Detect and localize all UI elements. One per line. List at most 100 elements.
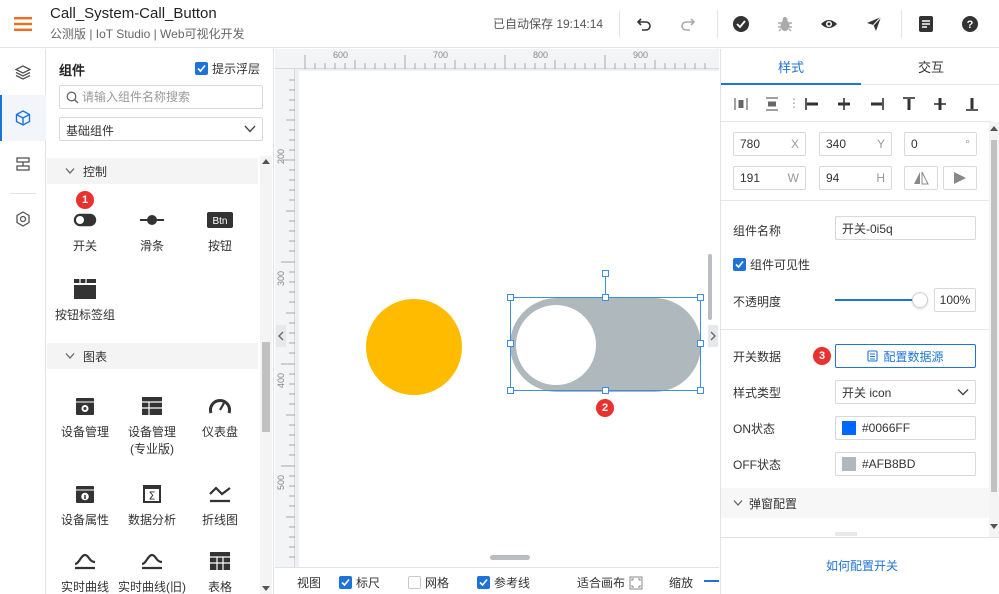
checkbox-checked-icon <box>195 62 208 75</box>
component-device-attr[interactable]: 设备属性 <box>50 480 120 542</box>
scroll-down-icon[interactable] <box>990 524 998 530</box>
how-to-configure-switch-link[interactable]: 如何配置开关 <box>826 557 898 574</box>
visibility-checkbox[interactable]: 组件可见性 <box>733 256 810 273</box>
on-color-input[interactable]: #0066FF <box>835 416 976 440</box>
category-select[interactable]: 基础组件 <box>59 117 263 141</box>
annotation-badge: 3 <box>813 347 831 365</box>
resize-handle[interactable] <box>507 340 514 347</box>
component-realtime-curve[interactable]: 实时曲线 <box>50 547 120 594</box>
zoom-slider[interactable] <box>704 580 719 582</box>
distribute-vertical-icon[interactable] <box>765 97 779 111</box>
distribute-horizontal-icon[interactable] <box>734 97 748 111</box>
status-indicator-circle[interactable] <box>366 299 462 395</box>
group-header-control[interactable]: 控制 <box>47 158 258 184</box>
help-icon[interactable]: ? <box>958 12 982 36</box>
off-color-input[interactable]: #AFB8BD <box>835 452 976 476</box>
resize-handle[interactable] <box>602 294 609 301</box>
x-input[interactable]: 780 X <box>733 132 806 156</box>
component-gauge[interactable]: 仪表盘 <box>185 392 255 454</box>
fit-canvas-button[interactable]: 适合画布 <box>577 574 643 591</box>
align-center-v-icon[interactable] <box>933 97 947 111</box>
preview-icon[interactable] <box>817 12 841 36</box>
align-right-icon[interactable] <box>870 97 884 111</box>
style-type-select[interactable]: 开关 icon <box>835 380 976 404</box>
collapse-right-arrow[interactable] <box>708 325 718 347</box>
align-left-icon[interactable] <box>805 97 819 111</box>
canvas-vscroll-thumb[interactable] <box>708 254 712 320</box>
guides-toggle[interactable]: 参考线 <box>477 574 530 591</box>
document-icon[interactable] <box>914 12 938 36</box>
component-line-chart[interactable]: 折线图 <box>185 480 255 542</box>
project-title: Call_System-Call_Button <box>50 5 217 22</box>
component-table[interactable]: 表格 <box>185 547 255 594</box>
resize-handle[interactable] <box>602 387 609 394</box>
opacity-input[interactable]: 100% <box>934 288 976 312</box>
component-label: 表格 <box>207 580 232 594</box>
height-unit: H <box>876 171 885 185</box>
annotation-badge: 2 <box>596 399 614 417</box>
grid-toggle[interactable]: 网格 <box>408 574 449 591</box>
flip-horizontal-button[interactable] <box>904 166 938 190</box>
group-header-charts[interactable]: 图表 <box>47 343 258 369</box>
component-realtime-curve-old[interactable]: 实时曲线(旧) <box>117 547 187 594</box>
component-data-analysis[interactable]: Σ 数据分析 <box>117 480 187 542</box>
name-input[interactable]: 开关-0i5q <box>835 216 976 240</box>
opacity-slider-handle[interactable] <box>912 292 928 308</box>
scroll-up-icon[interactable] <box>990 125 998 131</box>
height-input[interactable]: 94 H <box>819 166 892 190</box>
resize-handle[interactable] <box>507 294 514 301</box>
resize-handle[interactable] <box>697 340 704 347</box>
component-search[interactable] <box>59 85 263 109</box>
configure-datasource-button[interactable]: 配置数据源 <box>835 344 976 368</box>
component-device-manage-pro[interactable]: 设备管理 (专业版) <box>117 392 187 472</box>
component-device-manage[interactable]: 设备管理 <box>50 392 120 454</box>
canvas-hscroll-thumb[interactable] <box>490 555 530 560</box>
canvas-toolbar: 视图 标尺 网格 参考线 适合画布 缩放 <box>275 567 719 594</box>
device-attr-icon <box>50 480 120 508</box>
rotation-input[interactable]: 0 ° <box>904 132 977 156</box>
width-input[interactable]: 191 W <box>733 166 806 190</box>
align-top-icon[interactable] <box>902 97 916 111</box>
popup-config-section[interactable]: 弹窗配置 <box>721 488 989 518</box>
layers-icon[interactable] <box>0 49 46 95</box>
align-center-h-icon[interactable] <box>837 97 851 111</box>
artboard[interactable]: 2 <box>299 71 719 567</box>
redo-icon[interactable] <box>676 12 700 36</box>
check-icon[interactable] <box>729 12 753 36</box>
component-button[interactable]: Btn 按钮 <box>185 206 255 268</box>
y-unit: Y <box>876 137 885 151</box>
resize-handle[interactable] <box>697 294 704 301</box>
panel-scroll-thumb[interactable] <box>262 342 270 432</box>
component-switch[interactable]: 开关 <box>50 206 120 268</box>
undo-icon[interactable] <box>632 12 656 36</box>
pages-icon[interactable] <box>0 141 46 187</box>
panel-scrollbar[interactable] <box>260 156 272 594</box>
tab-style[interactable]: 样式 <box>721 49 861 85</box>
debug-icon[interactable] <box>773 12 797 36</box>
flip-vertical-button[interactable] <box>943 166 977 190</box>
components-icon[interactable] <box>0 95 46 141</box>
y-input[interactable]: 340 Y <box>819 132 892 156</box>
resize-handle[interactable] <box>507 387 514 394</box>
props-scrollbar[interactable] <box>989 122 999 537</box>
device-manage-pro-icon <box>117 392 187 420</box>
tab-interaction[interactable]: 交互 <box>861 49 999 85</box>
off-color-swatch[interactable] <box>842 457 856 471</box>
scroll-down-icon[interactable] <box>262 586 270 592</box>
on-color-swatch[interactable] <box>842 421 856 435</box>
align-bottom-icon[interactable] <box>965 97 979 111</box>
component-button-group[interactable]: 按钮标签组 <box>50 275 120 337</box>
component-slider[interactable]: 滑条 <box>117 206 187 268</box>
menu-icon[interactable] <box>13 14 33 34</box>
settings-icon[interactable] <box>0 196 46 242</box>
rotate-handle[interactable] <box>602 270 609 277</box>
resize-handle[interactable] <box>697 387 704 394</box>
scroll-up-icon[interactable] <box>262 158 270 164</box>
opacity-slider-track[interactable] <box>835 299 917 301</box>
collapse-left-arrow[interactable] <box>276 325 286 347</box>
publish-icon[interactable] <box>862 12 886 36</box>
search-input[interactable] <box>82 90 252 104</box>
props-scroll-thumb[interactable] <box>991 140 997 492</box>
ruler-toggle[interactable]: 标尺 <box>339 574 380 591</box>
hint-overlay-checkbox[interactable]: 提示浮层 <box>195 60 260 77</box>
